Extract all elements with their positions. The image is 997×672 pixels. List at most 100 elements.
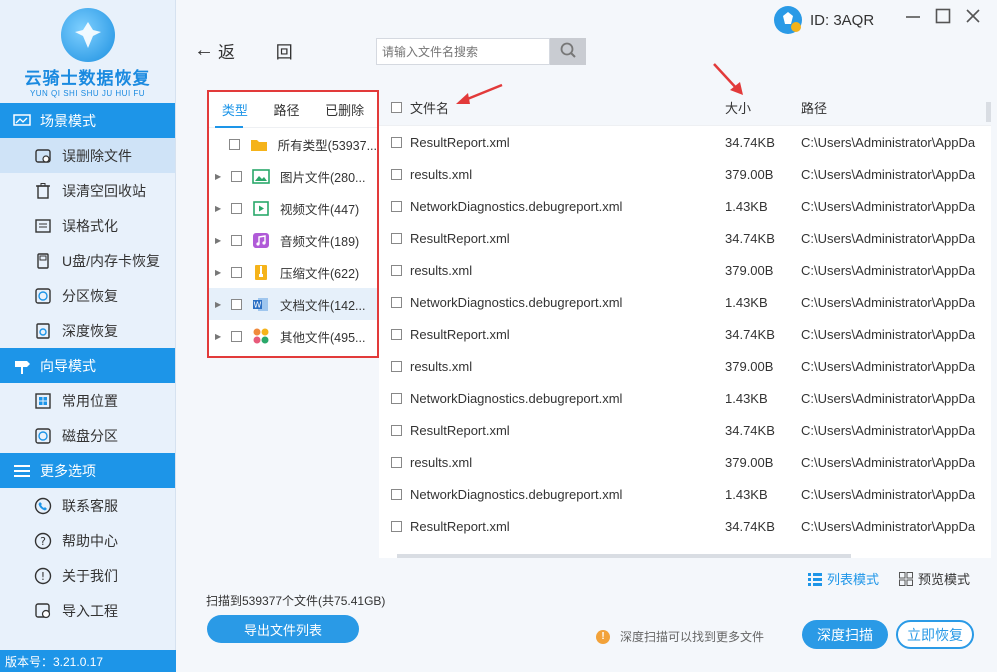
sidebar-item-deleted-files[interactable]: 误删除文件 (0, 138, 175, 173)
file-path: C:\Users\Administrator\AppDa (801, 358, 976, 374)
svg-text:?: ? (40, 535, 46, 548)
tab-path[interactable]: 路径 (273, 100, 299, 119)
checkbox[interactable] (231, 330, 242, 342)
table-row[interactable]: NetworkDiagnostics.debugreport.xml 1.43KB… (379, 286, 991, 318)
sidebar-item-label: 关于我们 (62, 567, 118, 584)
horizontal-scrollbar[interactable] (397, 554, 851, 558)
type-row-documents[interactable]: ▶ W 文档文件(142... (209, 288, 377, 320)
select-all-checkbox[interactable] (391, 102, 402, 113)
recover-now-button[interactable]: 立即恢复 (896, 620, 974, 649)
active-tab-indicator (215, 126, 243, 128)
table-row[interactable]: results.xml 379.00B C:\Users\Administrator… (379, 446, 991, 478)
minimize-icon[interactable] (905, 8, 921, 29)
user-account[interactable]: ID: 3AQR (774, 6, 874, 34)
sidebar-item-usb-card[interactable]: U盘/内存卡恢复 (0, 243, 175, 278)
checkbox[interactable] (231, 170, 242, 182)
row-checkbox[interactable] (391, 264, 402, 276)
back-button[interactable]: ← 返 回 (194, 38, 311, 63)
maximize-icon[interactable] (935, 8, 951, 29)
sidebar-item-about-us[interactable]: ! 关于我们 (0, 558, 175, 593)
table-row[interactable]: results.xml 379.00B C:\Users\Administrator… (379, 254, 991, 286)
sidebar-item-label: U盘/内存卡恢复 (62, 252, 160, 269)
type-row-archives[interactable]: ▶ 压缩文件(622) (209, 256, 377, 288)
preview-mode-button[interactable]: 预览模式 (899, 569, 970, 588)
file-size: 34.74KB (725, 134, 775, 150)
row-checkbox[interactable] (391, 456, 402, 468)
table-row[interactable]: ResultReport.xml 34.74KB C:\Users\Administ… (379, 414, 991, 446)
sidebar-item-common-locations[interactable]: 常用位置 (0, 383, 175, 418)
type-row-audio[interactable]: ▶ 音频文件(189) (209, 224, 377, 256)
row-checkbox[interactable] (391, 424, 402, 436)
table-row[interactable]: NetworkDiagnostics.debugreport.xml 1.43KB… (379, 478, 991, 510)
table-row[interactable]: results.xml 379.00B C:\Users\Administrator… (379, 350, 991, 382)
type-label: 其他文件(495... (280, 330, 366, 345)
table-row[interactable]: NetworkDiagnostics.debugreport.xml 1.43KB… (379, 382, 991, 414)
vertical-scrollbar[interactable] (986, 102, 991, 122)
file-size: 1.43KB (725, 198, 768, 214)
sidebar-item-contact-support[interactable]: 联系客服 (0, 488, 175, 523)
back-label: 返 回 (218, 43, 311, 62)
row-checkbox[interactable] (391, 232, 402, 244)
type-row-all[interactable]: 所有类型(53937... (209, 128, 377, 160)
sidebar-item-label: 误清空回收站 (62, 182, 146, 199)
row-checkbox[interactable] (391, 488, 402, 500)
table-row[interactable]: ResultReport.xml 34.74KB C:\Users\Administ… (379, 510, 991, 542)
type-row-images[interactable]: ▶ 图片文件(280... (209, 160, 377, 192)
sidebar-item-help-center[interactable]: ? 帮助中心 (0, 523, 175, 558)
list-mode-button[interactable]: 列表模式 (808, 569, 879, 588)
file-path: C:\Users\Administrator\AppDa (801, 518, 976, 534)
checkbox[interactable] (231, 234, 242, 246)
preview-mode-label: 预览模式 (918, 572, 971, 587)
export-file-list-button[interactable]: 导出文件列表 (207, 615, 359, 643)
column-header-size[interactable]: 大小 (725, 98, 801, 117)
row-checkbox[interactable] (391, 360, 402, 372)
row-checkbox[interactable] (391, 168, 402, 180)
expand-arrow-icon[interactable]: ▶ (215, 268, 227, 277)
expand-arrow-icon[interactable]: ▶ (215, 204, 227, 213)
row-checkbox[interactable] (391, 328, 402, 340)
row-checkbox[interactable] (391, 200, 402, 212)
expand-arrow-icon[interactable]: ▶ (215, 172, 227, 181)
sidebar-item-import-project[interactable]: 导入工程 (0, 593, 175, 628)
row-checkbox[interactable] (391, 136, 402, 148)
table-row[interactable]: NetworkDiagnostics.debugreport.xml 1.43KB… (379, 190, 991, 222)
sidebar-item-partition-recovery[interactable]: 分区恢复 (0, 278, 175, 313)
file-name: ResultReport.xml (410, 134, 510, 150)
table-row[interactable]: results.xml 379.00B C:\Users\Administrator… (379, 158, 991, 190)
sidebar-item-format[interactable]: 误格式化 (0, 208, 175, 243)
row-checkbox[interactable] (391, 520, 402, 532)
deep-scan-button[interactable]: 深度扫描 (802, 620, 888, 649)
windows-icon (33, 391, 53, 411)
row-checkbox[interactable] (391, 296, 402, 308)
app-logo: 云骑士数据恢复 YUN QI SHI SHU JU HUI FU (0, 0, 175, 103)
sidebar-item-disk-partition[interactable]: 磁盘分区 (0, 418, 175, 453)
table-row[interactable]: ResultReport.xml 34.74KB C:\Users\Administ… (379, 222, 991, 254)
column-header-path[interactable]: 路径 (801, 98, 991, 117)
table-row[interactable]: ResultReport.xml 34.74KB C:\Users\Administ… (379, 126, 991, 158)
type-row-videos[interactable]: ▶ 视频文件(447) (209, 192, 377, 224)
checkbox[interactable] (231, 266, 242, 278)
type-row-others[interactable]: ▶ 其他文件(495... (209, 320, 377, 352)
sidebar-item-deep-recovery[interactable]: 深度恢复 (0, 313, 175, 348)
checkbox[interactable] (231, 202, 242, 214)
row-checkbox[interactable] (391, 392, 402, 404)
grid-icon (899, 571, 914, 586)
file-size: 1.43KB (725, 486, 768, 502)
sidebar-item-recycle-bin[interactable]: 误清空回收站 (0, 173, 175, 208)
search-button[interactable] (550, 38, 586, 65)
tab-type[interactable]: 类型 (222, 100, 248, 119)
expand-arrow-icon[interactable]: ▶ (215, 300, 227, 309)
table-row[interactable]: ResultReport.xml 34.74KB C:\Users\Administ… (379, 318, 991, 350)
expand-arrow-icon[interactable]: ▶ (215, 332, 227, 341)
file-size: 34.74KB (725, 326, 775, 342)
search-input[interactable] (376, 38, 550, 65)
tab-deleted[interactable]: 已删除 (325, 100, 364, 119)
partition-icon (33, 286, 53, 306)
sidebar-item-label: 帮助中心 (62, 532, 118, 549)
checkbox[interactable] (231, 298, 242, 310)
checkbox[interactable] (228, 138, 240, 150)
close-icon[interactable] (965, 8, 981, 29)
expand-arrow-icon[interactable]: ▶ (215, 236, 227, 245)
file-path: C:\Users\Administrator\AppDa (801, 454, 976, 470)
column-header-name[interactable]: 文件名 (410, 98, 449, 117)
